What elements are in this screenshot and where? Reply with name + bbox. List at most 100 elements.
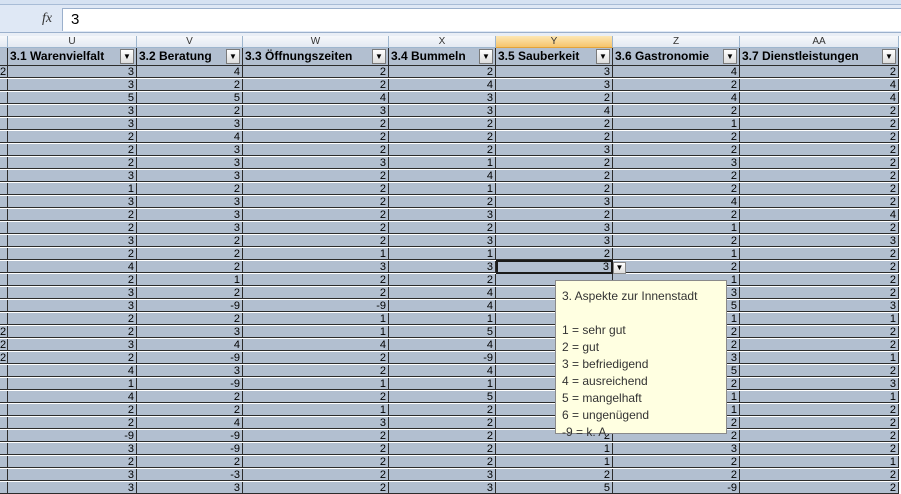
data-cell-left-edge[interactable]: [0, 79, 8, 91]
column-header-letter[interactable]: AA: [740, 36, 899, 48]
data-cell[interactable]: -9: [389, 352, 496, 364]
column-header-letter[interactable]: U: [8, 36, 137, 48]
data-cell[interactable]: 4: [137, 66, 243, 78]
data-cell[interactable]: 1: [613, 118, 740, 130]
data-cell[interactable]: -9: [613, 482, 740, 494]
data-cell[interactable]: 1: [496, 443, 613, 455]
data-cell[interactable]: 2: [740, 326, 899, 338]
data-cell[interactable]: 2: [8, 248, 137, 260]
data-cell[interactable]: 2: [740, 183, 899, 195]
data-cell[interactable]: 1: [137, 274, 243, 286]
data-cell[interactable]: 2: [389, 430, 496, 442]
data-cell[interactable]: 3: [740, 300, 899, 312]
data-cell[interactable]: 1: [243, 326, 389, 338]
data-cell[interactable]: 2: [243, 469, 389, 481]
data-cell[interactable]: 3: [496, 222, 613, 234]
data-cell[interactable]: 3: [137, 222, 243, 234]
data-cell[interactable]: 1: [740, 456, 899, 468]
data-cell[interactable]: 3: [137, 118, 243, 130]
data-cell[interactable]: 5: [137, 92, 243, 104]
data-cell[interactable]: 2: [137, 79, 243, 91]
data-cell[interactable]: 4: [389, 170, 496, 182]
data-cell[interactable]: 5: [389, 326, 496, 338]
data-cell[interactable]: 2: [496, 183, 613, 195]
data-cell-left-edge[interactable]: [0, 417, 8, 429]
data-cell[interactable]: -9: [243, 300, 389, 312]
data-cell[interactable]: 3: [740, 378, 899, 390]
data-cell[interactable]: 2: [613, 209, 740, 221]
data-cell[interactable]: 3: [389, 482, 496, 494]
data-cell[interactable]: 1: [389, 378, 496, 390]
data-cell[interactable]: 2: [740, 365, 899, 377]
data-cell[interactable]: 3: [8, 79, 137, 91]
filter-dropdown-button[interactable]: ▼: [372, 49, 386, 64]
data-cell[interactable]: 2: [243, 222, 389, 234]
data-cell[interactable]: -9: [137, 443, 243, 455]
data-cell[interactable]: 2: [389, 443, 496, 455]
data-cell[interactable]: 2: [613, 105, 740, 117]
data-cell-left-edge[interactable]: [0, 222, 8, 234]
data-cell-left-edge[interactable]: [0, 248, 8, 260]
data-cell[interactable]: 4: [137, 417, 243, 429]
data-cell-left-edge[interactable]: 2: [0, 352, 8, 364]
data-cell[interactable]: 2: [243, 482, 389, 494]
data-cell[interactable]: 3: [496, 144, 613, 156]
data-cell[interactable]: 4: [740, 209, 899, 221]
data-cell[interactable]: 2: [740, 131, 899, 143]
data-cell[interactable]: 4: [740, 92, 899, 104]
cell-dropdown-button[interactable]: ▼: [613, 262, 626, 274]
data-cell-left-edge[interactable]: [0, 365, 8, 377]
data-cell[interactable]: 2: [740, 157, 899, 169]
data-cell[interactable]: 2: [137, 105, 243, 117]
data-cell[interactable]: 2: [740, 248, 899, 260]
data-cell[interactable]: 4: [137, 131, 243, 143]
data-cell-left-edge[interactable]: 2: [0, 326, 8, 338]
data-cell[interactable]: 2: [243, 274, 389, 286]
data-cell[interactable]: 3: [8, 287, 137, 299]
active-cell[interactable]: 3: [496, 260, 613, 274]
data-cell[interactable]: 2: [740, 105, 899, 117]
data-cell[interactable]: 3: [8, 300, 137, 312]
data-cell[interactable]: 2: [740, 443, 899, 455]
data-cell[interactable]: 4: [243, 92, 389, 104]
data-cell[interactable]: 3: [243, 417, 389, 429]
data-cell[interactable]: 1: [389, 313, 496, 325]
data-cell[interactable]: 3: [389, 105, 496, 117]
data-cell[interactable]: 1: [496, 456, 613, 468]
data-cell[interactable]: 2: [740, 482, 899, 494]
data-cell[interactable]: 2: [137, 313, 243, 325]
data-cell[interactable]: 2: [389, 417, 496, 429]
data-cell[interactable]: 3: [613, 443, 740, 455]
data-cell[interactable]: 3: [8, 66, 137, 78]
data-cell[interactable]: 3: [8, 482, 137, 494]
data-cell[interactable]: 3: [243, 261, 389, 273]
data-cell[interactable]: 2: [389, 66, 496, 78]
data-cell-left-edge[interactable]: [0, 274, 8, 286]
data-cell[interactable]: 2: [389, 196, 496, 208]
column-header-left-edge[interactable]: [0, 36, 8, 48]
data-cell[interactable]: 2: [8, 157, 137, 169]
data-cell[interactable]: 4: [8, 365, 137, 377]
filter-dropdown-button[interactable]: ▼: [882, 49, 896, 64]
data-cell[interactable]: 3: [137, 170, 243, 182]
data-cell-left-edge[interactable]: [0, 144, 8, 156]
filter-dropdown-button[interactable]: ▼: [226, 49, 240, 64]
data-cell[interactable]: 4: [137, 339, 243, 351]
data-cell[interactable]: 2: [496, 469, 613, 481]
data-cell[interactable]: 2: [613, 261, 740, 273]
data-cell[interactable]: 2: [137, 404, 243, 416]
data-cell[interactable]: 3: [8, 443, 137, 455]
data-cell[interactable]: 2: [740, 404, 899, 416]
column-header-letter[interactable]: W: [243, 36, 389, 48]
data-cell[interactable]: 2: [613, 144, 740, 156]
data-cell[interactable]: 4: [389, 287, 496, 299]
data-cell[interactable]: 1: [740, 391, 899, 403]
data-cell[interactable]: 2: [496, 131, 613, 143]
data-cell[interactable]: 2: [8, 404, 137, 416]
data-cell[interactable]: 5: [389, 391, 496, 403]
data-cell[interactable]: 2: [740, 287, 899, 299]
data-cell[interactable]: 2: [137, 248, 243, 260]
data-cell-left-edge[interactable]: [0, 105, 8, 117]
data-cell[interactable]: 2: [137, 261, 243, 273]
data-cell[interactable]: 2: [137, 183, 243, 195]
